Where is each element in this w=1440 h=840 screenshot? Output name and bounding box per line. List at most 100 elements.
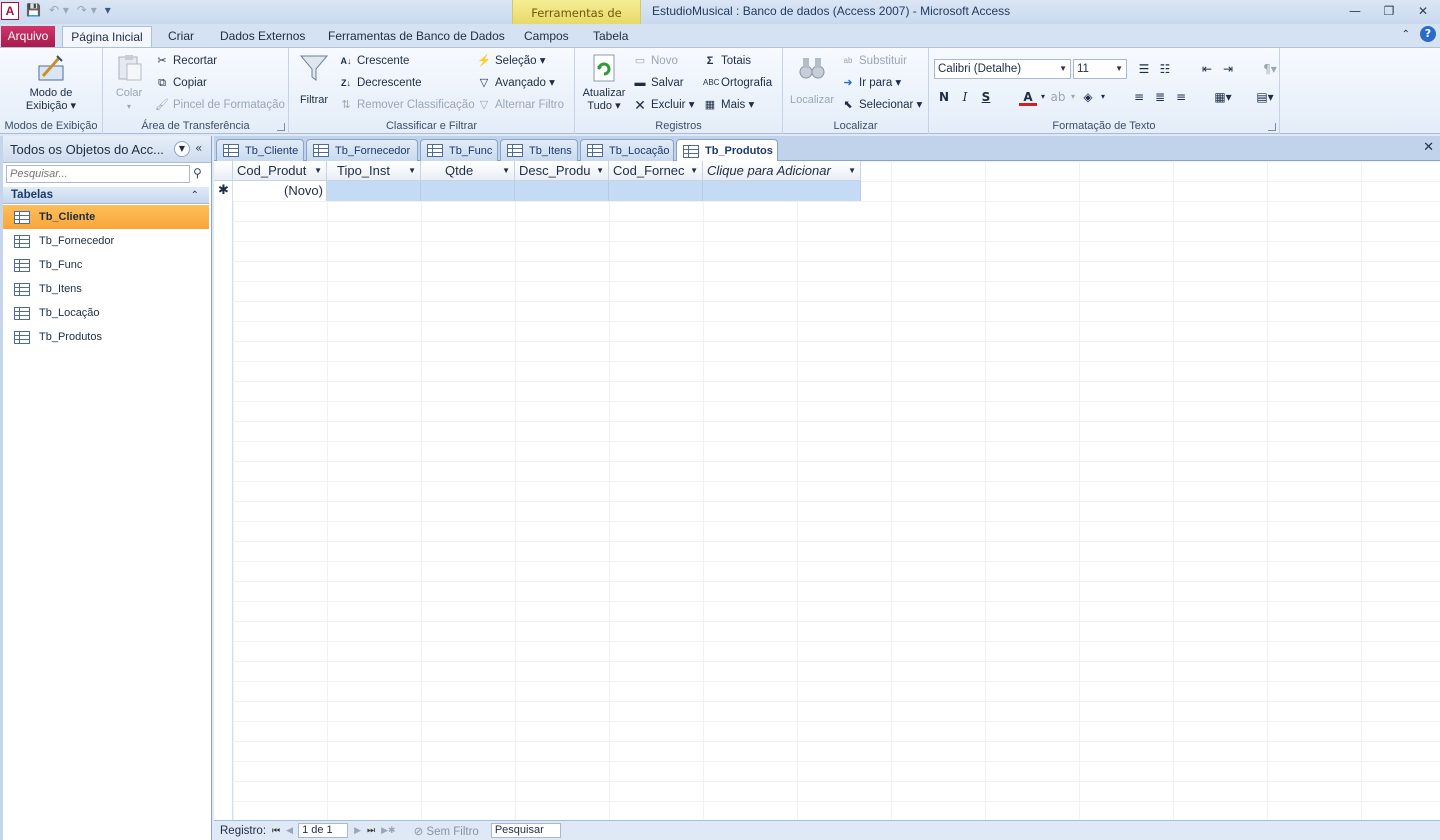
nav-item-tb-produtos[interactable]: Tb_Produtos (3, 325, 209, 349)
goto-button[interactable]: ➜ Ir para ▾ (841, 73, 901, 93)
minimize-icon[interactable]: — (1338, 0, 1372, 22)
collapse-group-icon[interactable]: ⌃ (191, 187, 199, 204)
spelling-button[interactable]: ABC Ortografia (703, 73, 772, 93)
selection-button[interactable]: ⚡ Seleção ▾ (477, 51, 545, 71)
collapse-pane-icon[interactable]: « (195, 141, 202, 155)
copy-button[interactable]: ⧉ Copiar (155, 73, 207, 93)
view-button[interactable]: Modo de Exibição ▾ (18, 52, 84, 113)
nav-item-tb-itens[interactable]: Tb_Itens (3, 277, 209, 301)
close-document-icon[interactable]: ✕ (1423, 140, 1434, 155)
sort-descending-button[interactable]: Z↓ Decrescente (339, 73, 422, 93)
column-dropdown-icon[interactable]: ▼ (848, 161, 856, 180)
previous-record-icon[interactable]: ◀ (286, 825, 293, 836)
totals-button[interactable]: Σ Totais (703, 51, 751, 71)
customize-qat-icon[interactable]: ▾ (105, 3, 111, 17)
font-combobox[interactable]: Calibri (Detalhe) ▼ (934, 59, 1071, 79)
undo-icon[interactable]: ↶ ▾ (49, 3, 69, 17)
new-blank-record-icon[interactable]: ▶✱ (381, 825, 395, 836)
tab-fields[interactable]: Campos (520, 26, 573, 47)
new-row-cell-tipo-inst[interactable] (327, 181, 421, 201)
doc-tab-tb-func[interactable]: Tb_Func (420, 139, 498, 161)
column-header-click-to-add[interactable]: Clique para Adicionar ▼ (703, 161, 861, 181)
column-dropdown-icon[interactable]: ▼ (502, 161, 510, 180)
restore-icon[interactable]: ❐ (1372, 0, 1406, 22)
text-format-launcher-icon[interactable] (1268, 123, 1276, 131)
decrease-indent-icon[interactable]: ⇤ (1198, 60, 1216, 78)
find-button[interactable]: Localizar (788, 52, 836, 107)
tab-database-tools[interactable]: Ferramentas de Banco de Dados (324, 26, 509, 47)
new-row-cell-cod-produt[interactable]: (Novo) (233, 181, 327, 201)
align-left-icon[interactable]: ≡ (1130, 88, 1148, 106)
doc-tab-tb-itens[interactable]: Tb_Itens (500, 139, 578, 161)
nav-item-tb-fornecedor[interactable]: Tb_Fornecedor (3, 229, 209, 253)
select-all-corner[interactable] (214, 161, 233, 181)
new-record-button[interactable]: ▭ Novo (633, 51, 678, 71)
help-icon[interactable]: ? (1420, 26, 1436, 42)
column-header-cod-produt[interactable]: Cod_Produt ▼ (233, 161, 327, 181)
column-dropdown-icon[interactable]: ▼ (690, 161, 698, 180)
advanced-button[interactable]: ▽ Avançado ▾ (477, 73, 555, 93)
filter-button[interactable]: Filtrar (297, 52, 331, 107)
new-row-cell-add[interactable] (703, 181, 861, 201)
doc-tab-tb-produtos[interactable]: Tb_Produtos (676, 139, 778, 162)
close-icon[interactable]: ✕ (1406, 0, 1440, 22)
column-dropdown-icon[interactable]: ▼ (408, 161, 416, 180)
toggle-filter-button[interactable]: ▽ Alternar Filtro (477, 95, 564, 115)
datasheet-grid[interactable]: Cod_Produt ▼ Tipo_Inst ▼ Qtde ▼ Desc_Produ ▼… (214, 161, 1440, 823)
doc-tab-tb-cliente[interactable]: Tb_Cliente (216, 139, 304, 161)
numbering-icon[interactable]: ☷ (1156, 60, 1174, 78)
align-right-icon[interactable]: ≡ (1172, 88, 1190, 106)
nav-title[interactable]: Todos os Objetos do Acc... (10, 142, 164, 157)
font-size-combobox[interactable]: 11 ▼ (1073, 59, 1127, 79)
first-record-icon[interactable]: ⏮ (272, 825, 280, 836)
doc-tab-tb-locacao[interactable]: Tb_Locação (580, 139, 674, 161)
increase-indent-icon[interactable]: ⇥ (1219, 60, 1237, 78)
sort-ascending-button[interactable]: A↓ Crescente (339, 51, 410, 71)
bold-button[interactable]: N (935, 88, 953, 106)
redo-icon[interactable]: ↷ ▾ (77, 3, 97, 17)
new-row-cell-cod-fornec[interactable] (609, 181, 703, 201)
nav-item-tb-func[interactable]: Tb_Func (3, 253, 209, 277)
clipboard-launcher-icon[interactable] (277, 123, 285, 131)
nav-menu-chevron-icon[interactable]: ▼ (174, 141, 190, 157)
paragraph-direction-icon[interactable]: ¶▾ (1261, 60, 1279, 78)
column-header-cod-fornec[interactable]: Cod_Fornec ▼ (609, 161, 703, 181)
nav-group-tables[interactable]: Tabelas ⌃ (3, 187, 209, 204)
gridlines-icon[interactable]: ▦▾ (1214, 88, 1232, 106)
underline-button[interactable]: S (977, 88, 995, 106)
nav-item-tb-cliente[interactable]: Tb_Cliente (3, 205, 209, 229)
column-dropdown-icon[interactable]: ▼ (314, 161, 322, 180)
nav-search-input[interactable] (6, 165, 190, 183)
remove-sort-button[interactable]: ⇅ Remover Classificação (339, 95, 474, 115)
italic-button[interactable]: I (956, 88, 974, 106)
column-header-desc-produ[interactable]: Desc_Produ ▼ (515, 161, 609, 181)
last-record-icon[interactable]: ⏭ (367, 825, 375, 836)
column-header-qtde[interactable]: Qtde ▼ (421, 161, 515, 181)
record-search-input[interactable]: Pesquisar (490, 823, 561, 838)
doc-tab-tb-fornecedor[interactable]: Tb_Fornecedor (306, 139, 418, 161)
nav-item-tb-locacao[interactable]: Tb_Locação (3, 301, 209, 325)
next-record-icon[interactable]: ▶ (354, 825, 361, 836)
tab-external-data[interactable]: Dados Externos (216, 26, 309, 47)
filter-status[interactable]: ⊘ Sem Filtro (414, 824, 479, 838)
tab-home[interactable]: Página Inicial (62, 26, 152, 48)
current-record-field[interactable]: 1 de 1 (298, 823, 349, 838)
new-row-cell-desc-produ[interactable] (515, 181, 609, 201)
tab-table[interactable]: Tabela (589, 26, 632, 47)
font-color-icon[interactable]: A (1019, 88, 1037, 106)
align-center-icon[interactable]: ≣ (1151, 88, 1169, 106)
save-record-button[interactable]: ▬ Salvar (633, 73, 684, 93)
replace-button[interactable]: ab Substituir (841, 51, 907, 71)
column-dropdown-icon[interactable]: ▼ (596, 161, 604, 180)
column-header-tipo-inst[interactable]: Tipo_Inst ▼ (327, 161, 421, 181)
access-app-icon[interactable]: A (1, 2, 19, 20)
fill-color-icon[interactable]: ◈ (1079, 88, 1097, 106)
select-button[interactable]: ⬉ Selecionar ▾ (841, 95, 922, 115)
format-painter-button[interactable]: 🖌 Pincel de Formatação (155, 95, 285, 115)
tab-create[interactable]: Criar (164, 26, 198, 47)
minimize-ribbon-icon[interactable]: ⌃ (1402, 29, 1410, 40)
search-icon[interactable]: ⚲ (193, 166, 202, 180)
tab-file[interactable]: Arquivo (1, 26, 55, 47)
new-row-cell-qtde[interactable] (421, 181, 515, 201)
save-icon[interactable]: 💾 (26, 3, 41, 17)
